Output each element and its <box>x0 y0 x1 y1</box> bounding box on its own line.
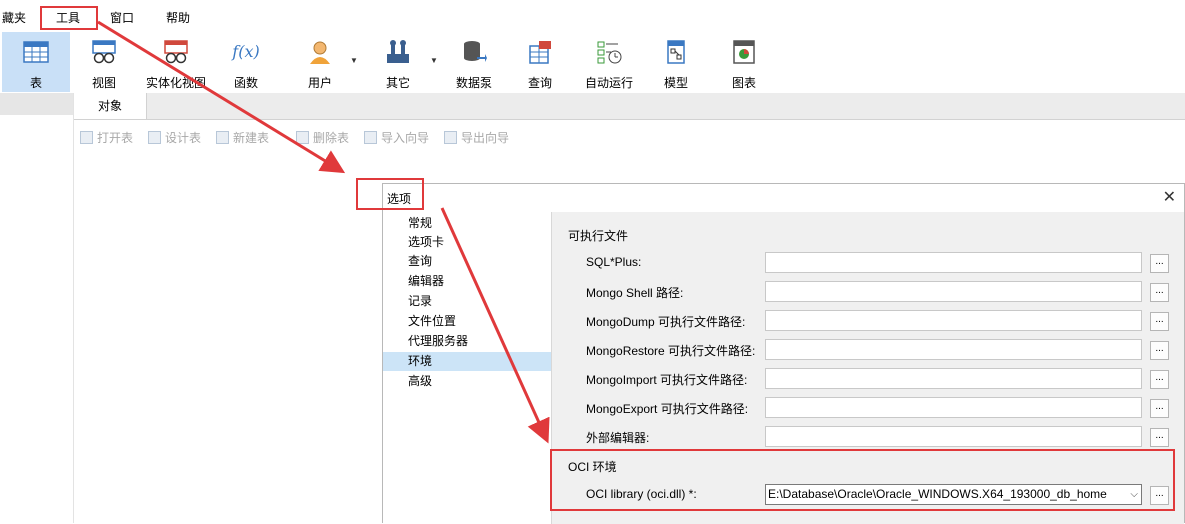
toolbar-query-label: 查询 <box>527 76 552 90</box>
toolbar-materialized-view-label: 实体化视图 <box>145 76 206 90</box>
menu-window[interactable]: 窗口 <box>110 10 134 26</box>
mongoexport-browse-button[interactable]: ... <box>1150 399 1169 418</box>
open-table-button[interactable]: 打开表 <box>80 129 133 146</box>
mongorestore-path-input[interactable] <box>765 339 1142 360</box>
export-wizard-icon <box>444 131 457 144</box>
other-dropdown-icon[interactable]: ▼ <box>430 56 438 65</box>
external-editor-browse-button[interactable]: ... <box>1150 428 1169 447</box>
tab-objects[interactable]: 对象 <box>74 93 147 119</box>
function-icon: f(x) <box>232 42 260 61</box>
toolbar-datapump-button[interactable]: 数据泵 <box>446 32 502 92</box>
tab-bar: 对象 <box>74 93 1185 120</box>
nav-item-log[interactable]: 记录 <box>383 292 551 311</box>
mongorestore-label: MongoRestore 可执行文件路径: <box>586 344 756 358</box>
chart-icon <box>733 40 755 64</box>
mongo-shell-path-input[interactable] <box>765 281 1142 302</box>
datapump-icon <box>464 41 487 62</box>
mongoimport-path-input[interactable] <box>765 368 1142 389</box>
toolbar-function-label: 函数 <box>233 76 258 90</box>
menu-favorites[interactable]: 藏夹 <box>2 10 26 26</box>
toolbar-view-button[interactable]: 视图 <box>78 32 130 92</box>
nav-item-file-location[interactable]: 文件位置 <box>383 312 551 331</box>
sqlplus-label: SQL*Plus: <box>586 255 642 269</box>
toolbar-model-label: 模型 <box>663 76 688 90</box>
import-wizard-icon <box>364 131 377 144</box>
delete-table-label: 删除表 <box>313 131 350 145</box>
toolbar-other-label: 其它 <box>385 76 410 90</box>
close-icon[interactable]: ✕ <box>1163 187 1176 207</box>
toolbar-function-button[interactable]: f(x) 函数 <box>220 32 272 92</box>
mongoexport-label: MongoExport 可执行文件路径: <box>586 402 749 416</box>
mongoimport-label: MongoImport 可执行文件路径: <box>586 373 748 387</box>
toolbar-user-label: 用户 <box>307 76 332 90</box>
toolbar-autorun-button[interactable]: 自动运行 <box>578 32 640 92</box>
mongoimport-browse-button[interactable]: ... <box>1150 370 1169 389</box>
toolbar-datapump-label: 数据泵 <box>455 76 492 90</box>
open-table-label: 打开表 <box>97 131 134 145</box>
view-icon <box>92 40 116 64</box>
query-icon <box>529 41 551 64</box>
external-editor-label: 外部编辑器: <box>586 431 650 445</box>
import-wizard-label: 导入向导 <box>381 131 430 145</box>
oci-section-highlight <box>550 449 1175 511</box>
executables-section-title: 可执行文件 <box>568 229 629 243</box>
toolbar-other-button[interactable]: 其它 <box>372 32 424 92</box>
delete-table-icon <box>296 131 309 144</box>
tools-icon <box>387 40 409 63</box>
nav-item-general[interactable]: 常规 <box>383 214 551 233</box>
mongorestore-browse-button[interactable]: ... <box>1150 341 1169 360</box>
model-icon <box>667 40 685 64</box>
sqlplus-browse-button[interactable]: ... <box>1150 254 1169 273</box>
toolbar-view-label: 视图 <box>91 76 116 90</box>
nav-item-advanced[interactable]: 高级 <box>383 372 551 391</box>
menu-help[interactable]: 帮助 <box>166 10 190 26</box>
toolbar-model-button[interactable]: 模型 <box>650 32 702 92</box>
nav-item-tabs[interactable]: 选项卡 <box>383 233 551 252</box>
new-table-icon <box>216 131 229 144</box>
toolbar-chart-label: 图表 <box>731 76 756 90</box>
mongodump-browse-button[interactable]: ... <box>1150 312 1169 331</box>
navigation-pane-header <box>0 93 73 115</box>
mongo-shell-browse-button[interactable]: ... <box>1150 283 1169 302</box>
nav-item-environment[interactable]: 环境 <box>383 352 551 371</box>
table-icon <box>23 41 49 63</box>
mongo-shell-label: Mongo Shell 路径: <box>586 286 684 300</box>
import-wizard-button[interactable]: 导入向导 <box>364 129 429 146</box>
toolbar-table-button[interactable]: 表 <box>2 32 70 92</box>
menu-bar: 藏夹 工具 窗口 帮助 <box>0 0 1185 30</box>
delete-table-button[interactable]: 删除表 <box>296 129 349 146</box>
main-toolbar: 表 视图 实体化视图 f(x) 函数 用户 ▼ 其它 ▼ 数据泵 查询 自动运行… <box>0 30 1185 93</box>
sqlplus-path-input[interactable] <box>765 252 1142 273</box>
toolbar-chart-button[interactable]: 图表 <box>718 32 770 92</box>
toolbar-user-button[interactable]: 用户 <box>292 32 348 92</box>
materialized-view-icon <box>164 40 188 64</box>
export-wizard-button[interactable]: 导出向导 <box>444 129 509 146</box>
external-editor-path-input[interactable] <box>765 426 1142 447</box>
toolbar-table-label: 表 <box>29 76 42 90</box>
open-table-icon <box>80 131 93 144</box>
tools-menu-highlight <box>40 6 98 30</box>
mongodump-label: MongoDump 可执行文件路径: <box>586 315 746 329</box>
user-dropdown-icon[interactable]: ▼ <box>350 56 358 65</box>
autorun-icon <box>597 41 622 64</box>
new-table-label: 新建表 <box>233 131 270 145</box>
mongodump-path-input[interactable] <box>765 310 1142 331</box>
nav-item-query[interactable]: 查询 <box>383 252 551 271</box>
nav-item-editor[interactable]: 编辑器 <box>383 272 551 291</box>
toolbar-materialized-view-button[interactable]: 实体化视图 <box>140 32 212 92</box>
toolbar-query-button[interactable]: 查询 <box>514 32 566 92</box>
mongoexport-path-input[interactable] <box>765 397 1142 418</box>
user-icon <box>310 41 330 64</box>
design-table-label: 设计表 <box>165 131 202 145</box>
navigation-pane <box>0 93 74 523</box>
options-nav-list: 常规 选项卡 查询 编辑器 记录 文件位置 代理服务器 环境 高级 <box>383 212 552 524</box>
design-table-icon <box>148 131 161 144</box>
dialog-title-highlight <box>356 178 424 210</box>
new-table-button[interactable]: 新建表 <box>216 129 269 146</box>
object-toolbar: 打开表 设计表 新建表 删除表 导入向导 导出向导 <box>74 120 1185 152</box>
nav-item-proxy[interactable]: 代理服务器 <box>383 332 551 351</box>
toolbar-autorun-label: 自动运行 <box>584 76 633 90</box>
design-table-button[interactable]: 设计表 <box>148 129 201 146</box>
export-wizard-label: 导出向导 <box>461 131 510 145</box>
